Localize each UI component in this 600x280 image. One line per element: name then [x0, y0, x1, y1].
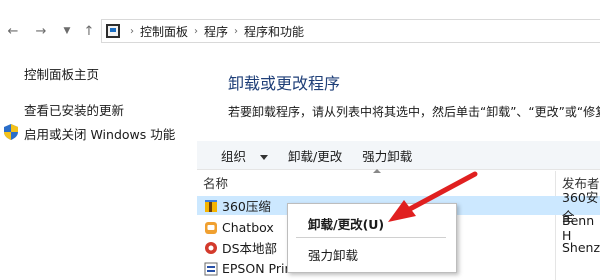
organize-button[interactable]: 组织 — [209, 146, 269, 165]
program-name: Chatbox — [222, 220, 274, 235]
app-360zip-icon — [205, 199, 217, 212]
arrow-left-icon: ← — [7, 23, 19, 39]
control-panel-icon — [106, 24, 120, 38]
app-ds-icon — [205, 241, 217, 254]
back-button[interactable]: ← — [4, 22, 22, 40]
menu-divider — [296, 237, 446, 238]
recent-locations-button[interactable]: ▼ — [58, 22, 76, 40]
breadcrumb-control-panel[interactable]: 控制面板 — [140, 23, 188, 40]
column-header-name[interactable]: 名称 — [203, 171, 228, 193]
breadcrumb-separator-icon[interactable]: › — [234, 26, 238, 37]
chevron-down-icon: ▼ — [63, 26, 71, 36]
forward-button[interactable]: → — [32, 22, 50, 40]
uninstall-change-button[interactable]: 卸载/更改 — [288, 146, 342, 165]
breadcrumb-separator-icon[interactable]: › — [130, 26, 134, 37]
program-publisher: Shenzh — [562, 240, 600, 255]
shield-icon — [4, 124, 18, 140]
organize-label: 组织 — [221, 148, 247, 164]
force-uninstall-button[interactable]: 强力卸载 — [362, 146, 412, 165]
up-button[interactable]: ↑ — [80, 22, 98, 40]
annotation-arrow-icon — [388, 171, 478, 222]
breadcrumb-programs-features[interactable]: 程序和功能 — [244, 23, 304, 40]
control-panel-home-link[interactable]: 控制面板主页 — [24, 64, 99, 83]
context-uninstall-change[interactable]: 卸载/更改(U) — [308, 214, 384, 233]
chevron-down-icon — [260, 154, 269, 160]
context-force-uninstall[interactable]: 强力卸载 — [308, 245, 358, 264]
program-name: DS本地部 — [222, 241, 278, 256]
breadcrumb-separator-icon[interactable]: › — [194, 26, 198, 37]
arrow-right-icon: → — [35, 23, 47, 39]
view-installed-updates-link[interactable]: 查看已安装的更新 — [24, 100, 124, 119]
page-description: 若要卸载程序，请从列表中将其选中，然后单击“卸载”、“更改”或“修复 — [228, 105, 600, 119]
program-name: 360压缩 — [222, 199, 271, 214]
app-chatbox-icon — [205, 221, 217, 234]
page-title: 卸载或更改程序 — [228, 74, 341, 93]
windows-features-link[interactable]: 启用或关闭 Windows 功能 — [24, 124, 175, 143]
arrow-up-icon: ↑ — [83, 23, 95, 39]
app-epson-icon — [204, 262, 218, 275]
toolbar: 组织 卸载/更改 强力卸载 — [197, 141, 600, 170]
address-bar[interactable]: › 控制面板 › 程序 › 程序和功能 — [101, 19, 600, 43]
breadcrumb-programs[interactable]: 程序 — [204, 23, 228, 40]
